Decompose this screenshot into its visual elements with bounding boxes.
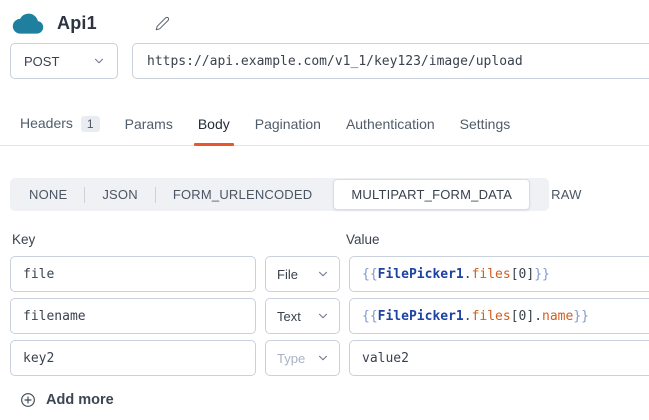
key-input[interactable]: filename: [10, 298, 256, 334]
request-config-tabs: Headers1 Params Body Pagination Authenti…: [0, 109, 649, 146]
key-input[interactable]: key2: [10, 340, 256, 376]
value-column-label: Value: [346, 232, 380, 247]
type-select[interactable]: Text: [265, 298, 340, 334]
form-row: file File {{FilePicker1.files[0]}}: [10, 256, 649, 292]
body-type-multipart-form-data[interactable]: MULTIPART_FORM_DATA: [333, 179, 530, 210]
add-more-button[interactable]: Add more: [20, 392, 114, 408]
chevron-down-icon: [316, 309, 330, 323]
chevron-down-icon: [92, 54, 106, 68]
body-type-form-urlencoded[interactable]: FORM_URLENCODED: [156, 179, 330, 210]
chevron-down-icon: [316, 351, 330, 365]
type-select[interactable]: Type: [265, 340, 340, 376]
http-method-select[interactable]: POST: [10, 43, 118, 79]
key-column-label: Key: [12, 232, 346, 247]
tab-pagination[interactable]: Pagination: [255, 110, 321, 145]
pencil-icon: [155, 16, 170, 31]
http-method-value: POST: [24, 54, 59, 69]
edit-title-button[interactable]: [153, 13, 173, 33]
header: Api1: [0, 0, 649, 35]
chevron-down-icon: [316, 267, 330, 281]
api-title: Api1: [57, 13, 97, 34]
value-input[interactable]: value2: [349, 340, 649, 376]
key-input[interactable]: file: [10, 256, 256, 292]
cloud-api-icon: [12, 11, 44, 35]
value-input[interactable]: {{FilePicker1.files[0]}}: [349, 256, 649, 292]
tab-body[interactable]: Body: [198, 110, 230, 145]
tab-authentication[interactable]: Authentication: [346, 110, 435, 145]
tab-headers[interactable]: Headers1: [20, 109, 100, 145]
headers-count-badge: 1: [81, 116, 100, 132]
plus-circle-icon: [20, 392, 36, 408]
tab-settings[interactable]: Settings: [460, 110, 511, 145]
body-type-json[interactable]: JSON: [85, 179, 154, 210]
form-row: key2 Type value2: [10, 340, 649, 376]
form-row: filename Text {{FilePicker1.files[0].nam…: [10, 298, 649, 334]
request-row: POST https://api.example.com/v1_1/key123…: [10, 43, 649, 79]
tab-params[interactable]: Params: [125, 110, 173, 145]
column-labels: Key Value: [12, 232, 649, 247]
type-select[interactable]: File: [265, 256, 340, 292]
value-input[interactable]: {{FilePicker1.files[0].name}}: [349, 298, 649, 334]
body-type-raw[interactable]: RAW: [534, 179, 598, 210]
body-type-selector: NONE JSON FORM_URLENCODED MULTIPART_FORM…: [10, 178, 549, 211]
body-type-none[interactable]: NONE: [12, 179, 84, 210]
request-url-input[interactable]: https://api.example.com/v1_1/key123/imag…: [132, 43, 649, 79]
request-url-value: https://api.example.com/v1_1/key123/imag…: [147, 54, 523, 69]
